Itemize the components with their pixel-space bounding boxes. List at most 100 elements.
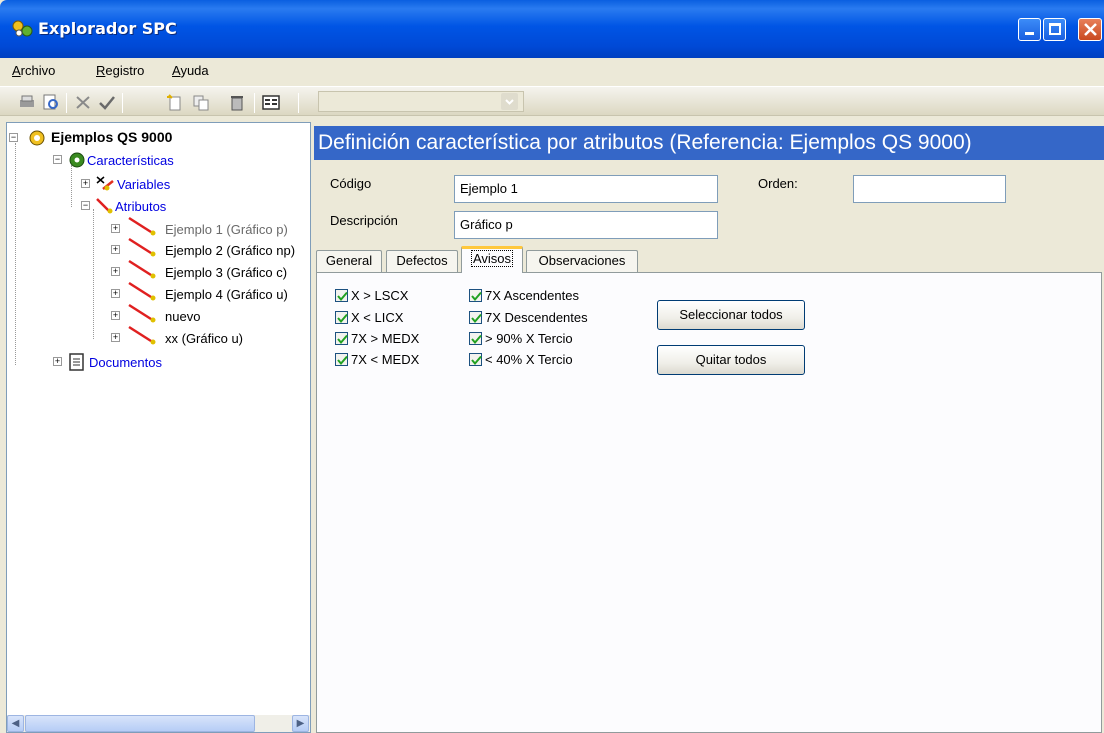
expand-icon[interactable]: + <box>53 357 62 366</box>
checkmark-icon <box>337 334 348 345</box>
expand-icon[interactable]: + <box>111 311 120 320</box>
tree-label: Características <box>87 153 174 168</box>
checkmark-icon <box>337 313 348 324</box>
scroll-right-icon[interactable]: ▶ <box>292 715 309 732</box>
checkbox-label: 7X < MEDX <box>351 352 420 367</box>
checkbox-label: X > LSCX <box>351 288 409 303</box>
menu-archivo[interactable]: Archivo <box>12 63 55 78</box>
page-title: Definición característica por atributos … <box>314 126 1104 160</box>
checkmark-icon <box>471 291 482 302</box>
tab-defectos[interactable]: Defectos <box>386 250 458 272</box>
new-icon[interactable] <box>166 94 184 111</box>
checkbox-label: 7X Descendentes <box>485 310 588 325</box>
toolbar-separator <box>254 93 255 113</box>
scrollbar-thumb[interactable] <box>25 715 255 732</box>
expand-icon[interactable]: + <box>111 224 120 233</box>
tree-label: Ejemplo 1 (Gráfico p) <box>165 222 288 237</box>
close-button[interactable] <box>1078 18 1102 41</box>
checkbox-box[interactable] <box>335 311 348 324</box>
checkbox-box[interactable] <box>335 332 348 345</box>
detail-pane: Definición característica por atributos … <box>314 122 1104 733</box>
tree-connector <box>93 209 94 339</box>
properties-icon[interactable] <box>262 94 280 111</box>
tree-connector <box>15 143 16 365</box>
attribute-item-icon <box>128 303 156 323</box>
tree-item-nuevo[interactable]: + nuevo <box>111 303 310 327</box>
attribute-item-icon <box>128 259 156 279</box>
checkmark-icon <box>471 334 482 345</box>
checkbox-label: < 40% X Tercio <box>485 352 573 367</box>
toolbar-separator <box>298 93 299 113</box>
print-icon[interactable] <box>18 94 36 111</box>
minimize-button[interactable] <box>1018 18 1041 41</box>
tree-connector <box>71 165 72 207</box>
tree-root-label: Ejemplos QS 9000 <box>51 129 173 145</box>
menu-ayuda[interactable]: Ayuda <box>172 63 209 78</box>
select-all-button[interactable]: Seleccionar todos <box>657 300 805 330</box>
maximize-button[interactable] <box>1043 18 1066 41</box>
collapse-icon[interactable]: − <box>53 155 62 164</box>
checkbox-box[interactable] <box>469 289 482 302</box>
checkbox-box[interactable] <box>469 332 482 345</box>
expand-icon[interactable]: + <box>111 333 120 342</box>
orden-label: Orden: <box>758 176 798 191</box>
horizontal-scrollbar[interactable]: ◀ ▶ <box>7 715 310 732</box>
tree-item-xx[interactable]: + xx (Gráfico u) <box>111 325 310 349</box>
scroll-left-icon[interactable]: ◀ <box>7 715 24 732</box>
expand-icon[interactable]: + <box>111 289 120 298</box>
attribute-item-icon <box>128 237 156 257</box>
chevron-down-icon[interactable] <box>501 93 518 110</box>
tree-label: nuevo <box>165 309 201 324</box>
tab-observaciones[interactable]: Observaciones <box>526 250 638 272</box>
attribute-item-icon <box>128 216 156 236</box>
delete-icon[interactable] <box>74 94 92 111</box>
copy-icon[interactable] <box>192 94 210 111</box>
tab-avisos[interactable]: Avisos <box>461 246 523 273</box>
collapse-icon[interactable]: − <box>81 201 90 210</box>
checkbox-box[interactable] <box>335 353 348 366</box>
checkbox-label: > 90% X Tercio <box>485 331 573 346</box>
toolbar-separator <box>66 93 67 113</box>
checkmark-icon <box>337 355 348 366</box>
window-title: Explorador SPC <box>38 19 177 38</box>
tree-label: Ejemplo 4 (Gráfico u) <box>165 287 288 302</box>
checkbox-box[interactable] <box>335 289 348 302</box>
tab-general[interactable]: General <box>316 250 382 272</box>
menu-bar: Archivo Registro Ayuda <box>0 58 1104 86</box>
tree-label: Ejemplo 2 (Gráfico np) <box>165 243 296 258</box>
trash-icon[interactable] <box>228 94 246 111</box>
descripcion-field[interactable]: Gráfico p <box>454 211 718 239</box>
tree-label: Documentos <box>89 355 162 370</box>
descripcion-label: Descripción <box>330 213 398 228</box>
expand-icon[interactable]: + <box>111 267 120 276</box>
tree-view[interactable]: − Ejemplos QS 9000 − Características + V… <box>6 122 311 733</box>
checkmark-icon <box>471 355 482 366</box>
codigo-label: Código <box>330 176 372 191</box>
tree-item-ejemplo-2[interactable]: + Ejemplo 2 (Gráfico np) <box>111 237 310 261</box>
checkbox-box[interactable] <box>469 353 482 366</box>
checkbox-label: X < LICX <box>351 310 404 325</box>
checkbox-label: 7X Ascendentes <box>485 288 579 303</box>
print-preview-icon[interactable] <box>42 94 60 111</box>
codigo-field[interactable]: Ejemplo 1 <box>454 175 718 203</box>
toolbar-combo[interactable] <box>318 91 524 112</box>
tree-label: xx (Gráfico u) <box>165 331 244 346</box>
menu-registro[interactable]: Registro <box>96 63 144 78</box>
clear-all-button[interactable]: Quitar todos <box>657 345 805 375</box>
expand-icon[interactable]: + <box>111 245 120 254</box>
tree-item-ejemplo-3[interactable]: + Ejemplo 3 (Gráfico c) <box>111 259 310 283</box>
collapse-icon[interactable]: − <box>9 133 18 142</box>
attribute-item-icon <box>128 325 156 345</box>
expand-icon[interactable]: + <box>81 179 90 188</box>
tree-label: Ejemplo 3 (Gráfico c) <box>165 265 288 280</box>
gear-icon <box>69 152 85 168</box>
avisos-panel: X > LSCX X < LICX 7X > MEDX 7X < MEDX 7X… <box>316 272 1102 733</box>
accept-icon[interactable] <box>98 94 116 111</box>
checkbox-box[interactable] <box>469 311 482 324</box>
checkmark-icon <box>471 313 482 324</box>
orden-field[interactable] <box>853 175 1006 203</box>
tab-avisos-label: Avisos <box>470 250 514 267</box>
attribute-item-icon <box>128 281 156 301</box>
tree-item-ejemplo-4[interactable]: + Ejemplo 4 (Gráfico u) <box>111 281 310 305</box>
checkbox-label: 7X > MEDX <box>351 331 420 346</box>
